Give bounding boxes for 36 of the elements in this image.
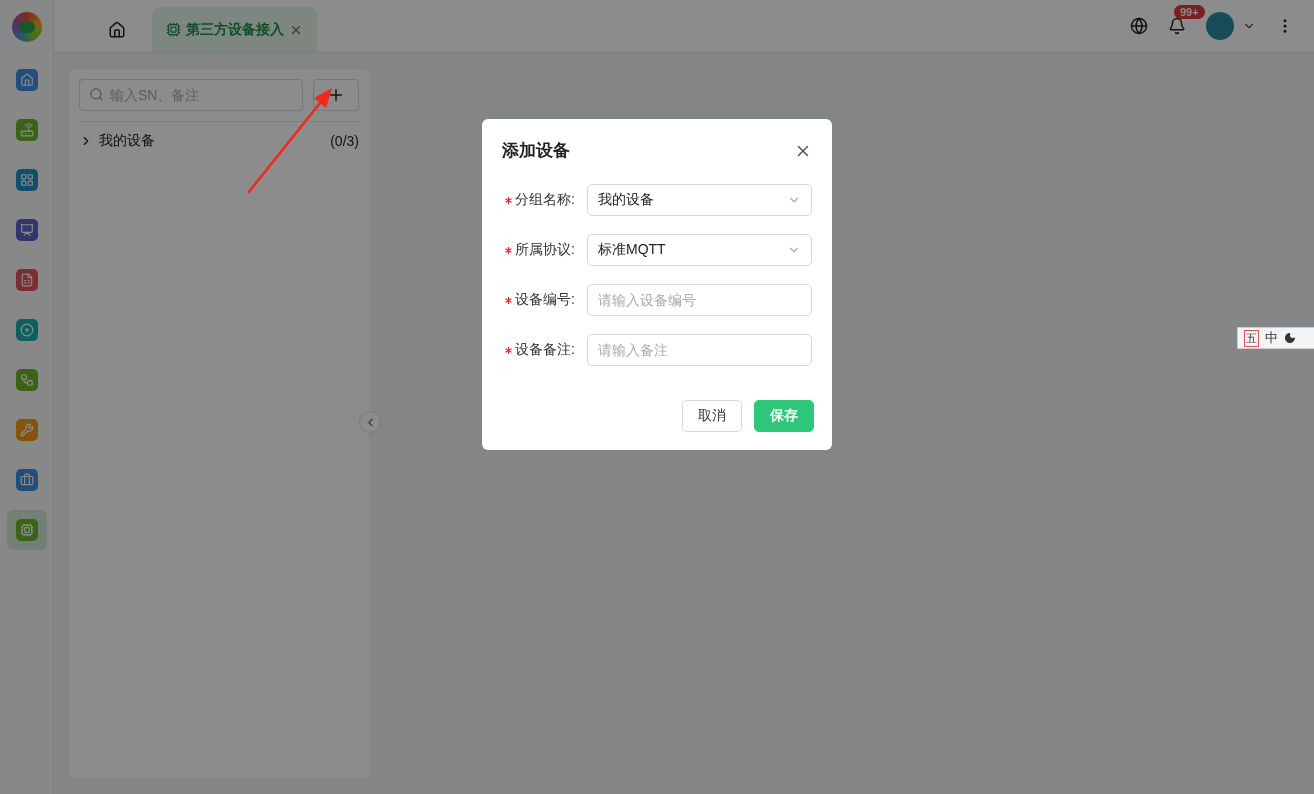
case-icon: [15, 469, 38, 491]
grid-icon: [15, 169, 38, 191]
chip-icon: [166, 22, 181, 37]
notification-badge: 99+: [1174, 5, 1205, 19]
input-field[interactable]: 请输入设备编号: [587, 284, 812, 316]
input-field[interactable]: 请输入备注: [587, 334, 812, 366]
chart-icon: [15, 219, 38, 241]
group-label[interactable]: 我的设备: [99, 132, 325, 150]
home-icon: [108, 20, 126, 39]
field-label: 设备编号:: [515, 291, 575, 309]
bell-icon[interactable]: [1168, 17, 1186, 35]
globe-icon[interactable]: [1130, 17, 1148, 35]
dialog-title: 添加设备: [502, 140, 570, 162]
search-icon: [89, 87, 104, 102]
sidebar-item[interactable]: [6, 510, 47, 550]
field-label: 所属协议:: [515, 241, 575, 259]
flow-icon: [15, 369, 38, 391]
home-icon: [15, 69, 38, 91]
tab-label: 第三方设备接入: [186, 20, 284, 39]
field-label: 设备备注:: [515, 341, 575, 359]
app-logo: [11, 12, 42, 42]
ime-key[interactable]: 中: [1265, 329, 1278, 347]
tools-icon: [15, 419, 38, 441]
plus-icon: [327, 86, 345, 104]
avatar[interactable]: [1206, 12, 1234, 40]
field-label: 分组名称:: [515, 191, 575, 209]
collapse-button[interactable]: [359, 411, 381, 433]
select-field[interactable]: 标准MQTT: [587, 234, 812, 266]
select-field[interactable]: 我的设备: [587, 184, 812, 216]
report-icon: [15, 269, 38, 291]
ime-key[interactable]: 五: [1244, 329, 1259, 347]
router-icon: [15, 119, 38, 141]
group-count: (0/3): [330, 133, 359, 149]
moon-icon[interactable]: [1284, 332, 1296, 344]
chip-icon: [15, 519, 38, 541]
cancel-button[interactable]: 取消: [682, 400, 742, 432]
